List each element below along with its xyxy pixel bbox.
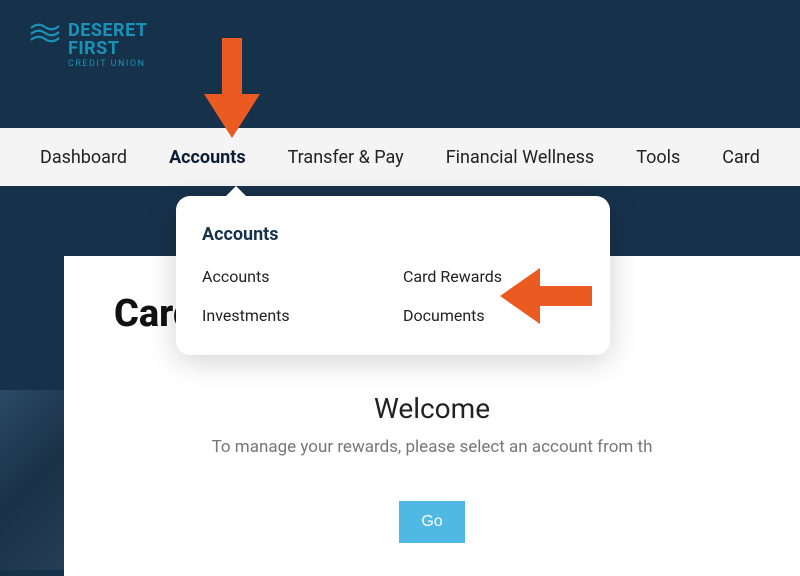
brand-tagline: CREDIT UNION xyxy=(68,60,148,69)
main-nav: Dashboard Accounts Transfer & Pay Financ… xyxy=(0,128,800,186)
nav-accounts[interactable]: Accounts xyxy=(169,147,246,168)
nav-tools[interactable]: Tools xyxy=(636,147,680,168)
nav-transfer-pay[interactable]: Transfer & Pay xyxy=(288,147,404,168)
welcome-message: To manage your rewards, please select an… xyxy=(64,437,800,457)
brand-text: DESERET FIRST CREDIT UNION xyxy=(68,22,148,69)
annotation-arrow-left-icon xyxy=(500,268,592,328)
dropdown-investments[interactable]: Investments xyxy=(202,306,383,325)
annotation-arrow-down-icon xyxy=(204,38,260,142)
welcome-heading: Welcome xyxy=(64,392,800,425)
go-button[interactable]: Go xyxy=(399,501,464,543)
dropdown-accounts[interactable]: Accounts xyxy=(202,267,383,286)
brand-line2: FIRST xyxy=(68,40,148,58)
decorative-strip xyxy=(0,390,64,570)
app-header: DESERET FIRST CREDIT UNION xyxy=(0,0,800,128)
dropdown-title: Accounts xyxy=(202,224,584,245)
brand-logo[interactable]: DESERET FIRST CREDIT UNION xyxy=(30,22,770,69)
welcome-section: Welcome To manage your rewards, please s… xyxy=(64,392,800,543)
nav-financial-wellness[interactable]: Financial Wellness xyxy=(446,147,595,168)
nav-card[interactable]: Card xyxy=(722,147,760,168)
wave-icon xyxy=(30,22,60,44)
nav-dashboard[interactable]: Dashboard xyxy=(40,147,127,168)
